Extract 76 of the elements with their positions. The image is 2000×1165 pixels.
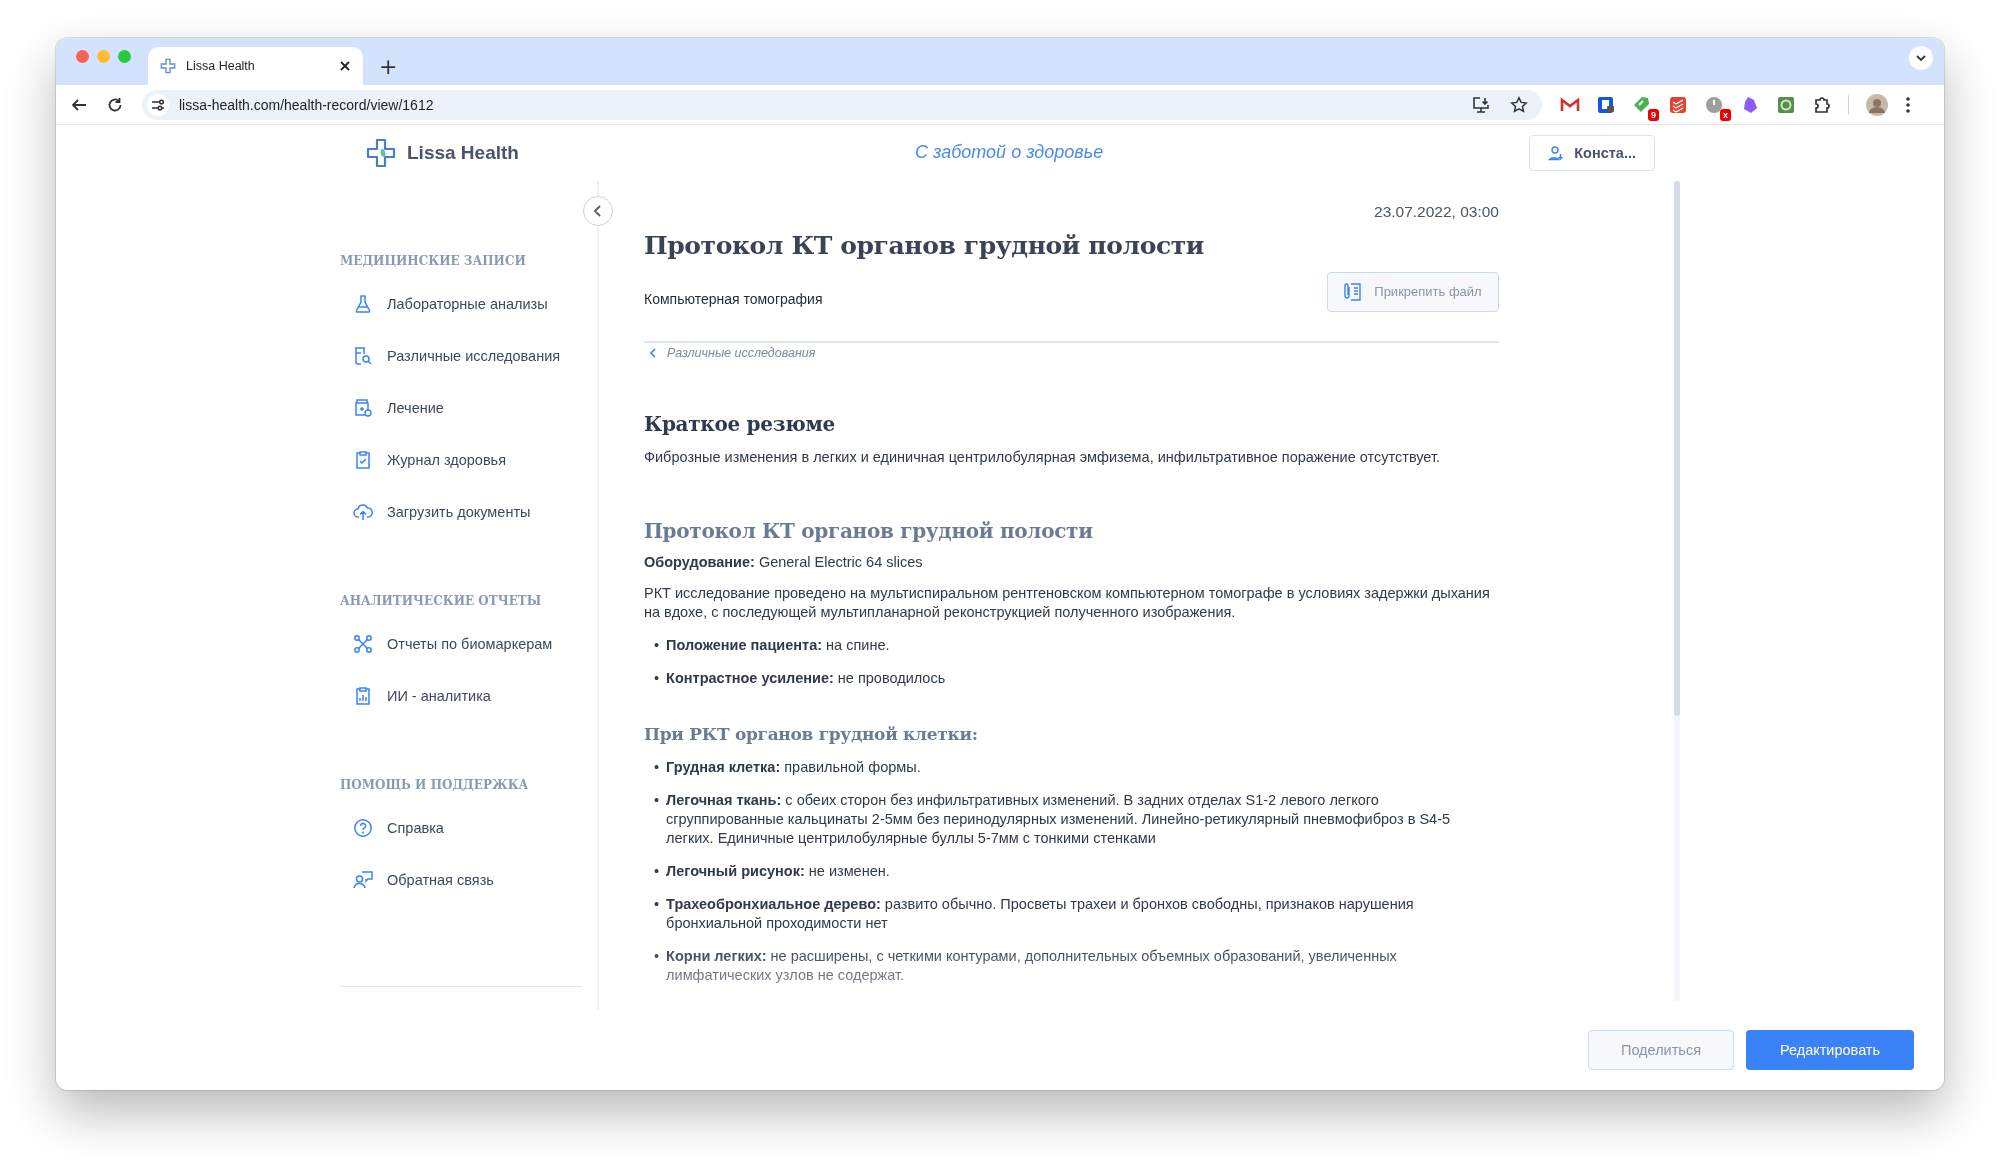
bullet-marker: • [654, 946, 660, 966]
edit-button[interactable]: Редактировать [1746, 1030, 1914, 1070]
list-item: Корни легких: не расширены, с четкими контурами, дополнительных объемных образований, увеличенных лимфатических узлов не содержат. [666, 946, 1398, 985]
power-circle-icon[interactable] [1704, 94, 1724, 115]
extensions-puzzle-icon[interactable] [1812, 94, 1832, 115]
sidebar-item[interactable]: ИИ - аналитика [340, 669, 597, 722]
bullet-marker: • [654, 757, 660, 777]
equipment-line: Оборудование: General Electric 64 slices [644, 552, 924, 572]
list-item: Грудная клетка: правильной формы. [666, 757, 922, 777]
extension-badge: 9 [1648, 108, 1659, 121]
browser-tab[interactable]: Lissa Health [148, 47, 363, 85]
breadcrumb-link[interactable]: Различные исследования [644, 342, 816, 360]
brand-name: Lissa Health [407, 141, 519, 164]
summary-heading: Краткое резюме [644, 411, 836, 436]
address-bar[interactable]: lissa-health.com/health-record/view/1612 [142, 89, 1542, 120]
close-tab-icon[interactable] [339, 60, 351, 72]
user-button[interactable]: Конста... [1529, 134, 1655, 171]
user-icon [1548, 144, 1565, 161]
sidebar-item[interactable]: Различные исследования [340, 329, 597, 382]
collapse-sidebar-button[interactable] [583, 195, 613, 226]
close-window-button[interactable] [76, 50, 89, 63]
findings-heading: При РКТ органов грудной клетки: [644, 723, 979, 744]
method-paragraph: РКТ исследование проведено на мультиспиральном рентгеновском компьютерном томографе в условиях задержки дыхания на вдохе, с последующей мультипланарной реконструкцией полученного изображения. [644, 583, 1491, 622]
cloud-upload-icon [353, 501, 373, 522]
list-item: Положение пациента: на спине. [666, 635, 891, 655]
cross-logo-icon [160, 58, 176, 74]
clipboard-check-icon [353, 449, 373, 470]
install-app-icon[interactable] [1472, 95, 1490, 114]
clipboard-chart-icon [353, 685, 373, 706]
scrollbar[interactable] [1674, 180, 1680, 1001]
chevron-left-icon [593, 204, 603, 217]
tag-icon[interactable] [1632, 94, 1652, 115]
reload-icon[interactable] [106, 95, 124, 114]
bullet-marker: • [654, 861, 660, 881]
tab-list-chevron-icon[interactable] [1908, 45, 1934, 71]
profile-avatar-icon[interactable] [1865, 92, 1889, 117]
sidebar-item[interactable]: Лабораторные анализы [340, 277, 597, 330]
bookmark-star-icon[interactable] [1510, 95, 1528, 114]
extension-badge: x [1720, 108, 1731, 121]
bullet-marker: • [654, 668, 660, 688]
scrollbar-thumb[interactable] [1674, 180, 1680, 716]
stacked-layers-icon[interactable] [1668, 94, 1688, 115]
molecule-icon [353, 633, 373, 654]
paperclip-document-icon [1344, 281, 1363, 302]
chevron-left-icon [649, 347, 657, 358]
record-date: 23.07.2022, 03:00 [1373, 202, 1499, 221]
section-heading: ПОМОЩЬ И ПОДДЕРЖКА [340, 776, 530, 794]
sidebar-item[interactable]: Справка [340, 801, 597, 854]
record-type: Компьютерная томография [644, 289, 823, 307]
bullet-marker: • [654, 894, 660, 914]
sidebar-item[interactable]: Обратная связь [340, 853, 597, 906]
protocol-heading: Протокол КТ органов грудной полости [644, 518, 1094, 543]
flask-icon [353, 293, 373, 314]
list-item: Контрастное усиление: не проводилось [666, 668, 947, 688]
sidebar-item[interactable]: Лечение [340, 381, 597, 434]
site-settings-icon[interactable] [147, 93, 169, 116]
bullet-marker: • [654, 635, 660, 655]
section-heading: АНАЛИТИЧЕСКИЕ ОТЧЕТЫ [340, 592, 543, 610]
sidebar-item[interactable]: Журнал здоровья [340, 433, 597, 486]
medicine-jar-icon [353, 397, 373, 418]
bullet-marker: • [654, 790, 660, 810]
list-item: Трахеобронхиальное дерево: развито обычно. Просветы трахеи и бронхов свободны, признаков нарушения бронхиальной проходимости нет [666, 894, 1415, 933]
new-tab-button[interactable]: + [373, 54, 404, 79]
browser-menu-icon[interactable] [1905, 95, 1911, 114]
record-title: Протокол КТ органов грудной полости [644, 230, 1205, 260]
summary-text: Фиброзные изменения в легких и единичная центрилобулярная эмфизема, инфильтративное поражение отсутствует. [644, 447, 1441, 467]
cross-logo-icon [365, 136, 397, 169]
sidebar-item[interactable]: Отчеты по биомаркерам [340, 617, 597, 670]
test-tube-search-icon [353, 345, 373, 366]
help-icon [353, 817, 373, 838]
sidebar-item[interactable]: Загрузить документы [340, 485, 597, 538]
tagline: С заботой о здоровье [915, 142, 1104, 164]
person-speech-icon [353, 869, 373, 890]
list-item: Легочный рисунок: не изменен. [666, 861, 891, 881]
list-item: Легочная ткань: с обеих сторон без инфильтративных изменений. В задних отделах S1-2 левого легкого сгруппированные кальцинаты 2-5мм без перинодулярных изменений. Линейно-ретикулярный пневмофиброз в S4-5 легких. Единичные центрилобулярные буллы 5-7мм с тонкими стенками [666, 790, 1452, 848]
section-heading: МЕДИЦИНСКИЕ ЗАПИСИ [340, 252, 527, 270]
